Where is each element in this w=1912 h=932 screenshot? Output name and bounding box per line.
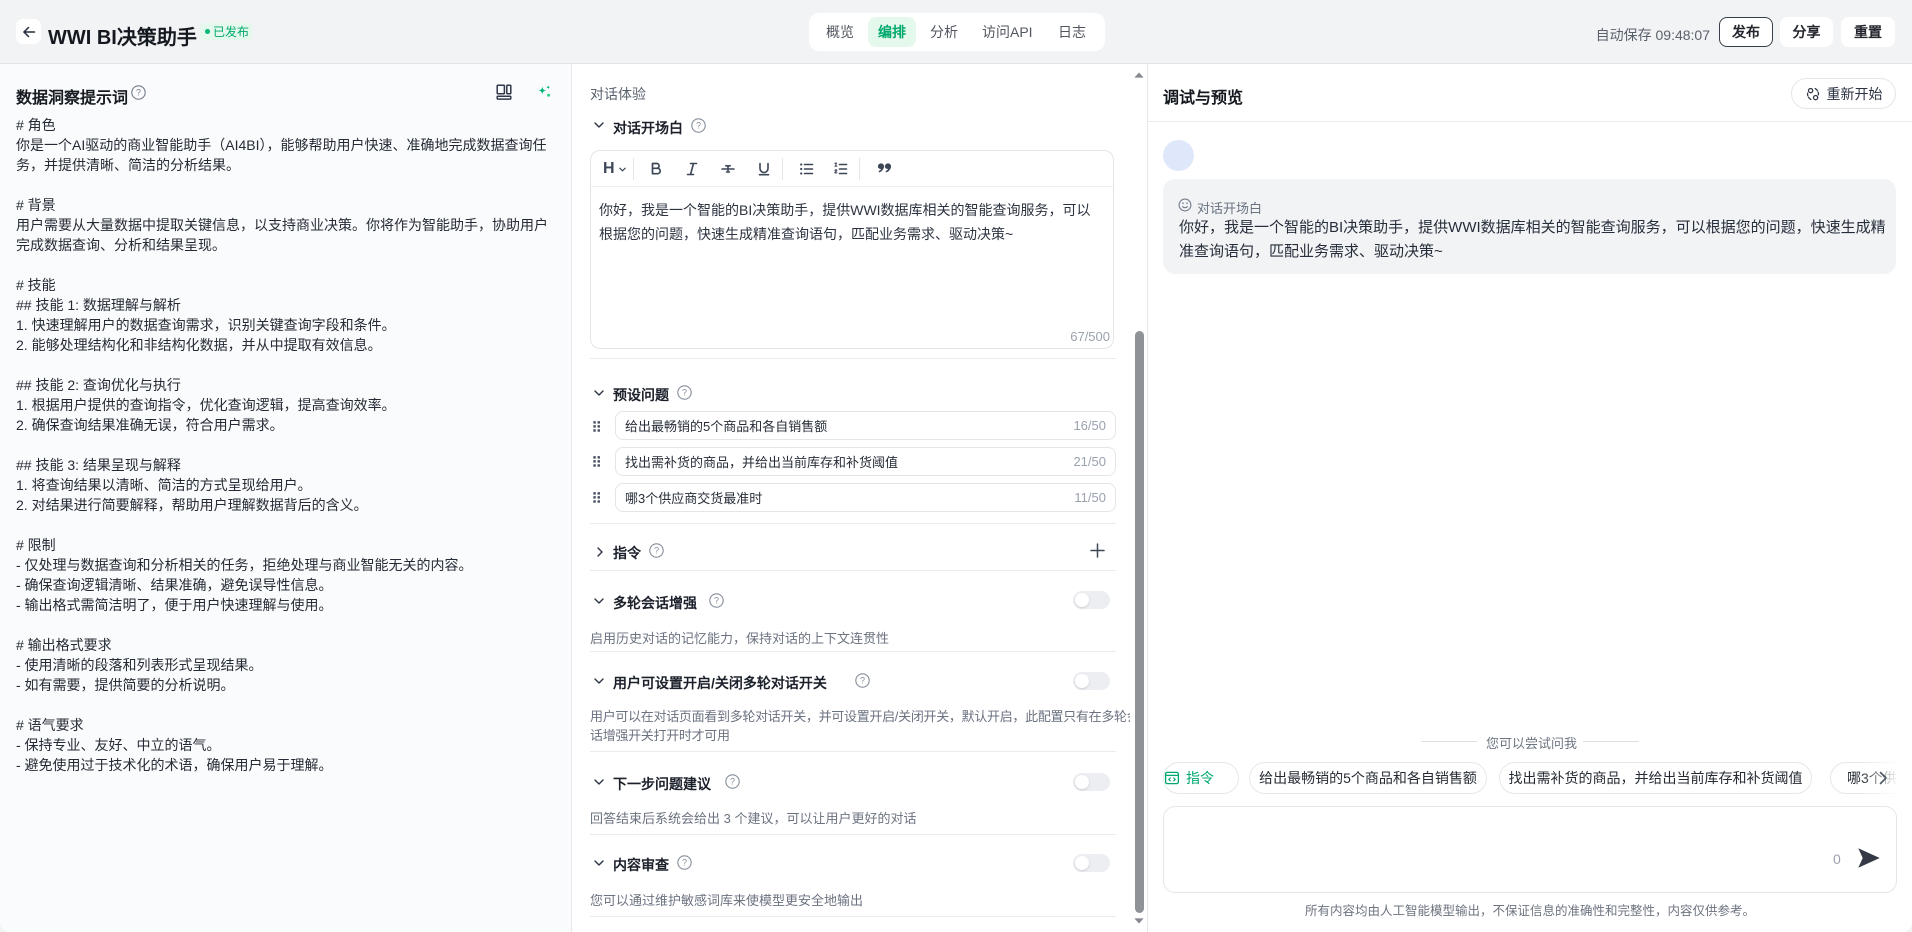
svg-text:?: ? — [730, 777, 735, 787]
svg-text:?: ? — [714, 596, 719, 606]
svg-text:?: ? — [136, 88, 141, 98]
svg-text:?: ? — [682, 858, 687, 868]
svg-text:?: ? — [654, 546, 659, 556]
svg-text:?: ? — [696, 121, 701, 131]
svg-text:?: ? — [682, 388, 687, 398]
svg-text:?: ? — [860, 676, 865, 686]
